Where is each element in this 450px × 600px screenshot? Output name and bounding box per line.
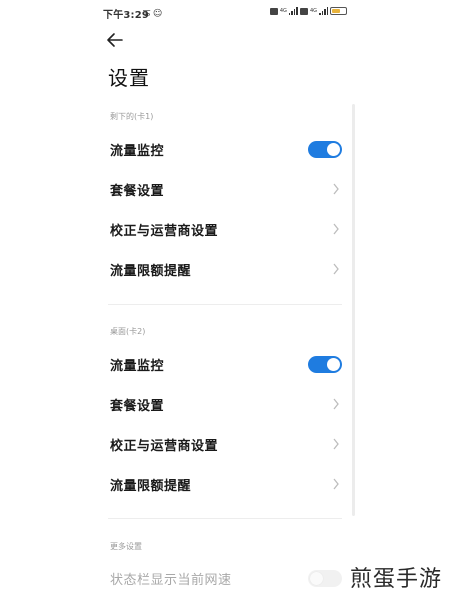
settings-screen: 下午3:29 ऊ ☺ 4G 4G 设置 剩下的(卡1) 流量监控 套餐设置 校正… — [0, 0, 450, 600]
battery-icon — [330, 7, 347, 15]
network-type-label-2: 4G — [309, 7, 317, 14]
sim1-carrier-settings-row[interactable]: 校正与运营商设置 — [110, 216, 342, 242]
row-label: 套餐设置 — [110, 183, 165, 199]
sim1-data-limit-row[interactable]: 流量限额提醒 — [110, 256, 342, 282]
status-icons: 4G 4G — [269, 7, 347, 15]
sim1-plan-settings-row[interactable]: 套餐设置 — [110, 176, 342, 202]
sim1-data-monitor-toggle[interactable] — [308, 140, 342, 158]
status-bar: 下午3:29 ऊ ☺ 4G 4G — [103, 6, 347, 21]
signal-icon-2 — [319, 7, 328, 15]
page-title: 设置 — [108, 66, 150, 90]
back-arrow-icon[interactable] — [104, 29, 126, 51]
sim2-carrier-settings-row[interactable]: 校正与运营商设置 — [110, 431, 342, 457]
toggle-knob — [327, 142, 340, 156]
notification-icons: ऊ ☺ — [143, 9, 163, 19]
network-speed-toggle[interactable] — [308, 569, 342, 587]
section-divider — [108, 304, 342, 305]
chevron-right-icon — [333, 478, 339, 490]
battery-level — [332, 9, 340, 13]
row-label: 校正与运营商设置 — [110, 223, 219, 239]
chevron-right-icon — [333, 263, 339, 275]
sim1-data-monitor-row[interactable]: 流量监控 — [110, 136, 342, 162]
chevron-right-icon — [333, 438, 339, 450]
section-header-sim1: 剩下的(卡1) — [110, 112, 154, 121]
row-label: 状态栏显示当前网速 — [110, 572, 232, 588]
signal-icon-1 — [288, 7, 298, 15]
sim2-data-monitor-toggle[interactable] — [308, 355, 342, 373]
sim2-plan-settings-row[interactable]: 套餐设置 — [110, 391, 342, 417]
section-header-sim2: 桌面(卡2) — [110, 327, 146, 336]
chevron-right-icon — [333, 398, 339, 410]
toggle-knob — [310, 571, 323, 585]
chevron-right-icon — [333, 183, 339, 195]
network-type-label-1: 4G — [279, 7, 287, 14]
row-label: 流量监控 — [110, 143, 165, 159]
watermark: 煎蛋手游 — [345, 561, 446, 593]
chevron-right-icon — [333, 223, 339, 235]
row-label: 流量监控 — [110, 358, 165, 374]
row-label: 流量限额提醒 — [110, 263, 192, 279]
network-speed-row[interactable]: 状态栏显示当前网速 — [110, 565, 342, 591]
sim2-icon — [299, 7, 308, 15]
row-label: 流量限额提醒 — [110, 478, 192, 494]
toggle-knob — [327, 357, 340, 371]
section-divider — [108, 518, 342, 519]
row-label: 校正与运营商设置 — [110, 438, 219, 454]
scroll-indicator[interactable] — [352, 104, 355, 516]
sim1-icon — [269, 7, 278, 15]
sim2-data-limit-row[interactable]: 流量限额提醒 — [110, 471, 342, 497]
section-header-more: 更多设置 — [110, 542, 142, 551]
sim2-data-monitor-row[interactable]: 流量监控 — [110, 351, 342, 377]
row-label: 套餐设置 — [110, 398, 165, 414]
